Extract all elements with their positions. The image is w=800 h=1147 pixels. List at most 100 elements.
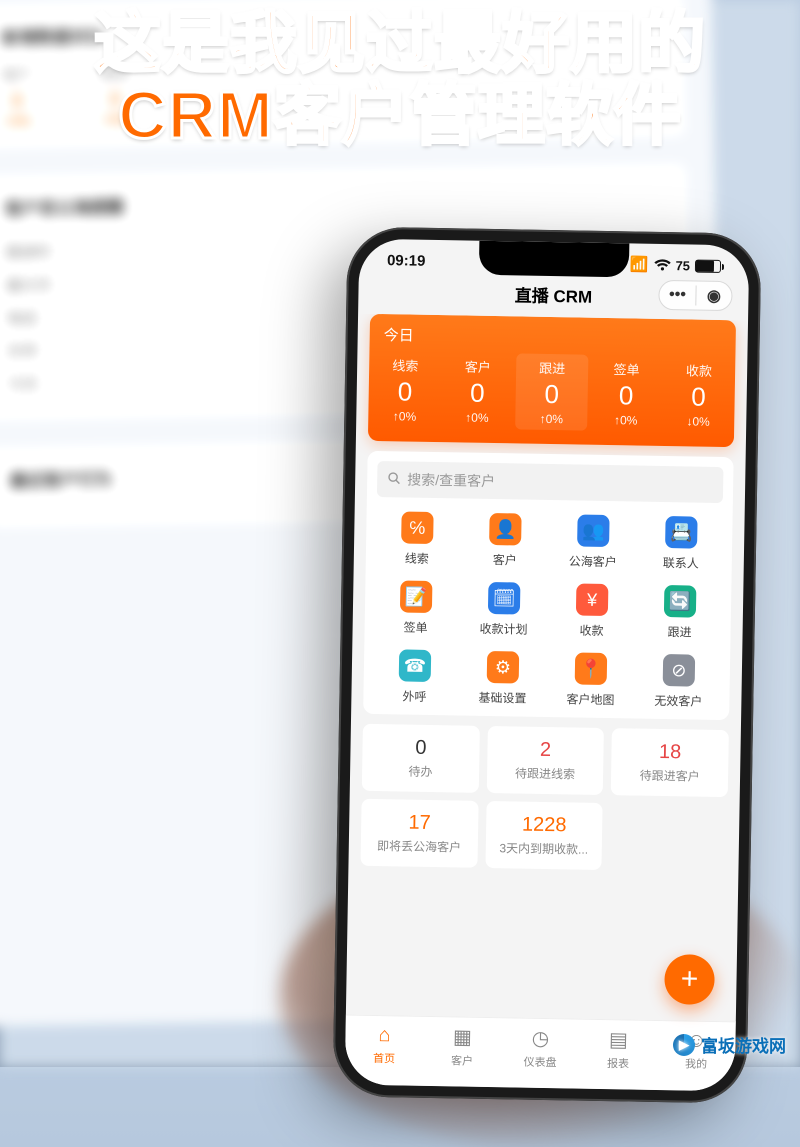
search-icon xyxy=(387,471,401,488)
stat-label: 即将丢公海客户 xyxy=(367,837,472,856)
bg-section2-title: 客户丢公海提醒 xyxy=(5,183,665,220)
battery-text: 75 xyxy=(675,258,690,273)
headline-overlay: 这是我见过最好用的 CRM客户管理软件 xyxy=(0,8,800,153)
tab-label: 客户 xyxy=(451,1052,473,1068)
tab-label: 我的 xyxy=(685,1055,707,1071)
grid-icon: 👤 xyxy=(489,513,522,546)
grid-icon: 📇 xyxy=(665,516,698,549)
phone-screen: 09:19 📶 75 直播 CRM ••• ◉ 今日 线索 xyxy=(345,239,750,1092)
today-metric[interactable]: 跟进 0 ↑0% xyxy=(515,353,589,430)
tab-icon: ⌂ xyxy=(378,1024,390,1047)
stat-label: 待跟进线索 xyxy=(493,764,598,783)
tab-报表[interactable]: ▤ 报表 xyxy=(579,1020,658,1078)
close-circle-icon[interactable]: ◉ xyxy=(695,286,731,307)
stat-value: 1228 xyxy=(492,813,597,838)
grid-item-签单[interactable]: 📝 签单 xyxy=(374,580,457,636)
grid-label: 客户地图 xyxy=(566,690,614,708)
metric-pct: ↑0% xyxy=(589,413,662,428)
tab-label: 报表 xyxy=(607,1055,629,1071)
metric-value: 0 xyxy=(515,378,588,410)
stat-card[interactable]: 1228 3天内到期收款... xyxy=(485,801,603,870)
today-header: 今日 xyxy=(369,314,736,357)
grid-icon: 🔄 xyxy=(664,585,697,618)
tab-label: 仪表盘 xyxy=(523,1053,556,1070)
grid-icon: ⊘ xyxy=(663,654,696,687)
grid-item-外呼[interactable]: ☎ 外呼 xyxy=(373,649,456,705)
tab-icon: ▤ xyxy=(609,1027,628,1052)
grid-item-跟进[interactable]: 🔄 跟进 xyxy=(638,585,721,641)
stat-value: 2 xyxy=(493,738,598,763)
grid-label: 联系人 xyxy=(663,554,699,572)
stat-label: 3天内到期收款... xyxy=(491,839,596,858)
metric-pct: ↑0% xyxy=(515,411,588,426)
today-metric[interactable]: 收款 0 ↓0% xyxy=(662,356,736,433)
grid-item-客户地图[interactable]: 📍 客户地图 xyxy=(549,652,632,708)
metric-label: 收款 xyxy=(663,360,736,380)
stat-card[interactable]: 0 待办 xyxy=(362,724,480,793)
grid-icon: 📍 xyxy=(575,652,608,685)
grid-icon: 📝 xyxy=(400,580,433,613)
grid-item-联系人[interactable]: 📇 联系人 xyxy=(640,516,723,572)
more-icon[interactable]: ••• xyxy=(659,286,695,305)
stat-value: 17 xyxy=(367,811,472,836)
phone-frame: 09:19 📶 75 直播 CRM ••• ◉ 今日 线索 xyxy=(332,226,761,1103)
watermark-icon: ▶ xyxy=(673,1034,695,1056)
watermark: ▶ 富坂游戏网 xyxy=(673,1032,786,1057)
grid-label: 线索 xyxy=(405,550,429,567)
grid-item-线索[interactable]: ℅ 线索 xyxy=(376,511,459,567)
metric-label: 客户 xyxy=(441,356,514,376)
tab-首页[interactable]: ⌂ 首页 xyxy=(345,1016,424,1074)
grid-label: 基础设置 xyxy=(478,689,526,707)
today-metric[interactable]: 客户 0 ↑0% xyxy=(441,352,515,429)
stat-label: 待办 xyxy=(368,762,473,781)
grid-icon: ⚙ xyxy=(487,651,520,684)
today-metric[interactable]: 签单 0 ↑0% xyxy=(589,355,663,432)
metric-pct: ↓0% xyxy=(662,414,735,429)
grid-icon: 👥 xyxy=(577,515,610,548)
metric-label: 线索 xyxy=(369,355,442,375)
signal-icon: 📶 xyxy=(630,255,649,273)
metric-label: 签单 xyxy=(590,359,663,379)
today-metric[interactable]: 线索 0 ↑0% xyxy=(368,351,442,428)
stat-card[interactable]: 2 待跟进线索 xyxy=(486,726,604,795)
grid-label: 客户 xyxy=(493,551,517,568)
miniprogram-capsule[interactable]: ••• ◉ xyxy=(658,280,733,311)
grid-item-客户[interactable]: 👤 客户 xyxy=(464,513,547,569)
titlebar: 直播 CRM ••• ◉ xyxy=(358,273,749,321)
grid-icon: ☎ xyxy=(399,649,432,682)
today-summary-card[interactable]: 今日 线索 0 ↑0%客户 0 ↑0%跟进 0 ↑0%签单 0 ↑0%收款 0 xyxy=(368,314,736,447)
metric-value: 0 xyxy=(590,380,663,412)
grid-label: 收款 xyxy=(579,622,603,639)
status-time: 09:19 xyxy=(387,252,426,270)
search-placeholder: 搜索/查重客户 xyxy=(407,470,495,492)
metric-value: 0 xyxy=(441,377,514,409)
stat-card[interactable]: 18 待跟进客户 xyxy=(611,728,729,797)
grid-item-公海客户[interactable]: 👥 公海客户 xyxy=(552,514,635,570)
grid-label: 无效客户 xyxy=(654,692,702,710)
stat-label: 待跟进客户 xyxy=(617,766,722,785)
wifi-icon xyxy=(653,258,670,271)
tab-icon: ▦ xyxy=(453,1024,472,1049)
stat-value: 18 xyxy=(618,740,723,765)
tab-icon: ◷ xyxy=(532,1025,550,1050)
grid-item-收款计划[interactable]: 🗓 收款计划 xyxy=(462,582,545,638)
grid-icon: 🗓 xyxy=(488,582,521,615)
stat-value: 0 xyxy=(368,736,473,761)
metric-label: 跟进 xyxy=(516,357,589,377)
grid-label: 外呼 xyxy=(402,687,426,704)
grid-item-无效客户[interactable]: ⊘ 无效客户 xyxy=(637,654,720,710)
metric-value: 0 xyxy=(662,381,735,413)
tab-仪表盘[interactable]: ◷ 仪表盘 xyxy=(501,1018,580,1076)
stat-card[interactable]: 17 即将丢公海客户 xyxy=(360,799,478,868)
grid-item-基础设置[interactable]: ⚙ 基础设置 xyxy=(461,651,544,707)
search-input[interactable]: 搜索/查重客户 xyxy=(377,461,724,503)
grid-item-收款[interactable]: ¥ 收款 xyxy=(550,583,633,639)
grid-icon: ℅ xyxy=(401,511,434,544)
battery-icon xyxy=(695,259,721,272)
tab-label: 首页 xyxy=(373,1050,395,1066)
app-title: 直播 CRM xyxy=(515,281,593,307)
grid-label: 公海客户 xyxy=(569,552,617,570)
metric-pct: ↑0% xyxy=(368,409,441,424)
function-card: 搜索/查重客户 ℅ 线索👤 客户👥 公海客户📇 联系人📝 签单🗓 收款计划¥ 收… xyxy=(363,451,734,720)
metric-pct: ↑0% xyxy=(441,410,514,425)
